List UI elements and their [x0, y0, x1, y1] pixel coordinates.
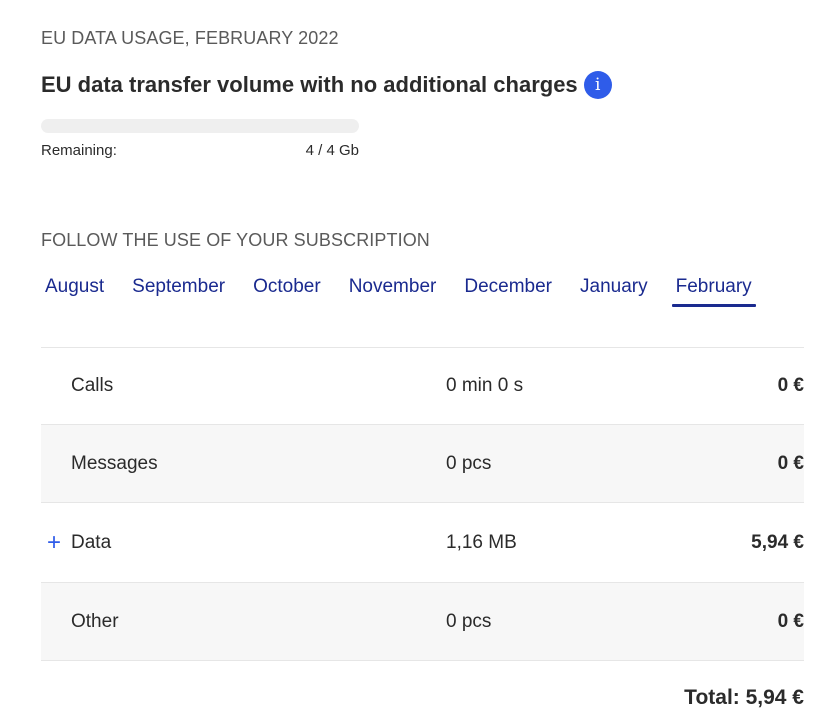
usage-table: Calls 0 min 0 s0 € Messages 0 pcs 0 € + Data 1,…: [41, 347, 804, 661]
usage-row-name-cell: Other: [41, 611, 446, 633]
usage-row-cost: 0 €: [777, 610, 804, 632]
usage-row-cost: 5,94 €: [751, 531, 804, 553]
usage-row-other: Other 0 pcs 0 €: [41, 583, 804, 661]
tab-september[interactable]: September: [128, 276, 229, 307]
usage-row-amount: 0 pcs: [446, 452, 492, 474]
usage-row-amount: 0 pcs: [446, 610, 492, 632]
usage-row-label: Messages: [71, 452, 158, 474]
eu-usage-caption: EU DATA USAGE, FEBRUARY 2022: [41, 28, 339, 48]
usage-row-label: Calls: [71, 375, 114, 396]
usage-row-name-cell: + Data: [41, 529, 446, 557]
tab-january[interactable]: January: [576, 276, 652, 307]
tab-october[interactable]: October: [249, 276, 325, 307]
expand-plus-icon[interactable]: +: [47, 529, 71, 557]
remaining-label: Remaining:: [41, 142, 117, 159]
usage-row-cost: 0 €: [777, 452, 804, 474]
info-icon[interactable]: i: [583, 71, 612, 99]
remaining-row: Remaining: 4 / 4 Gb: [41, 142, 359, 159]
usage-row-cost: 0 €: [777, 375, 804, 396]
usage-row-messages: Messages 0 pcs 0 €: [41, 425, 804, 503]
tab-february[interactable]: February: [671, 276, 756, 307]
usage-row-label: Data: [71, 531, 112, 553]
tab-november[interactable]: November: [345, 276, 441, 307]
usage-row-name-cell: Calls: [41, 375, 446, 397]
usage-row-amount: 1,16 MB: [446, 531, 517, 553]
usage-row-data[interactable]: + Data 1,16 MB 5,94 €: [41, 503, 804, 583]
eu-data-progress-bar: [41, 119, 359, 133]
tab-december[interactable]: December: [460, 276, 556, 307]
eu-title-row: EU data transfer volume with no addition…: [41, 71, 612, 99]
tab-august[interactable]: August: [41, 276, 108, 307]
usage-row-calls: Calls 0 min 0 s 0 €: [41, 348, 804, 425]
usage-row-label: Other: [71, 610, 119, 632]
remaining-value: 4 / 4 Gb: [305, 142, 359, 159]
usage-row-name-cell: Messages: [41, 453, 446, 475]
total-cost: Total: 5,94 €: [684, 686, 804, 709]
eu-data-title: EU data transfer volume with no addition…: [41, 72, 578, 97]
usage-row-amount: 0 min 0 s: [446, 375, 524, 396]
subscription-caption: FOLLOW THE USE OF YOUR SUBSCRIPTION: [41, 230, 430, 250]
month-tabs: August September October November December Ja…: [41, 276, 776, 307]
